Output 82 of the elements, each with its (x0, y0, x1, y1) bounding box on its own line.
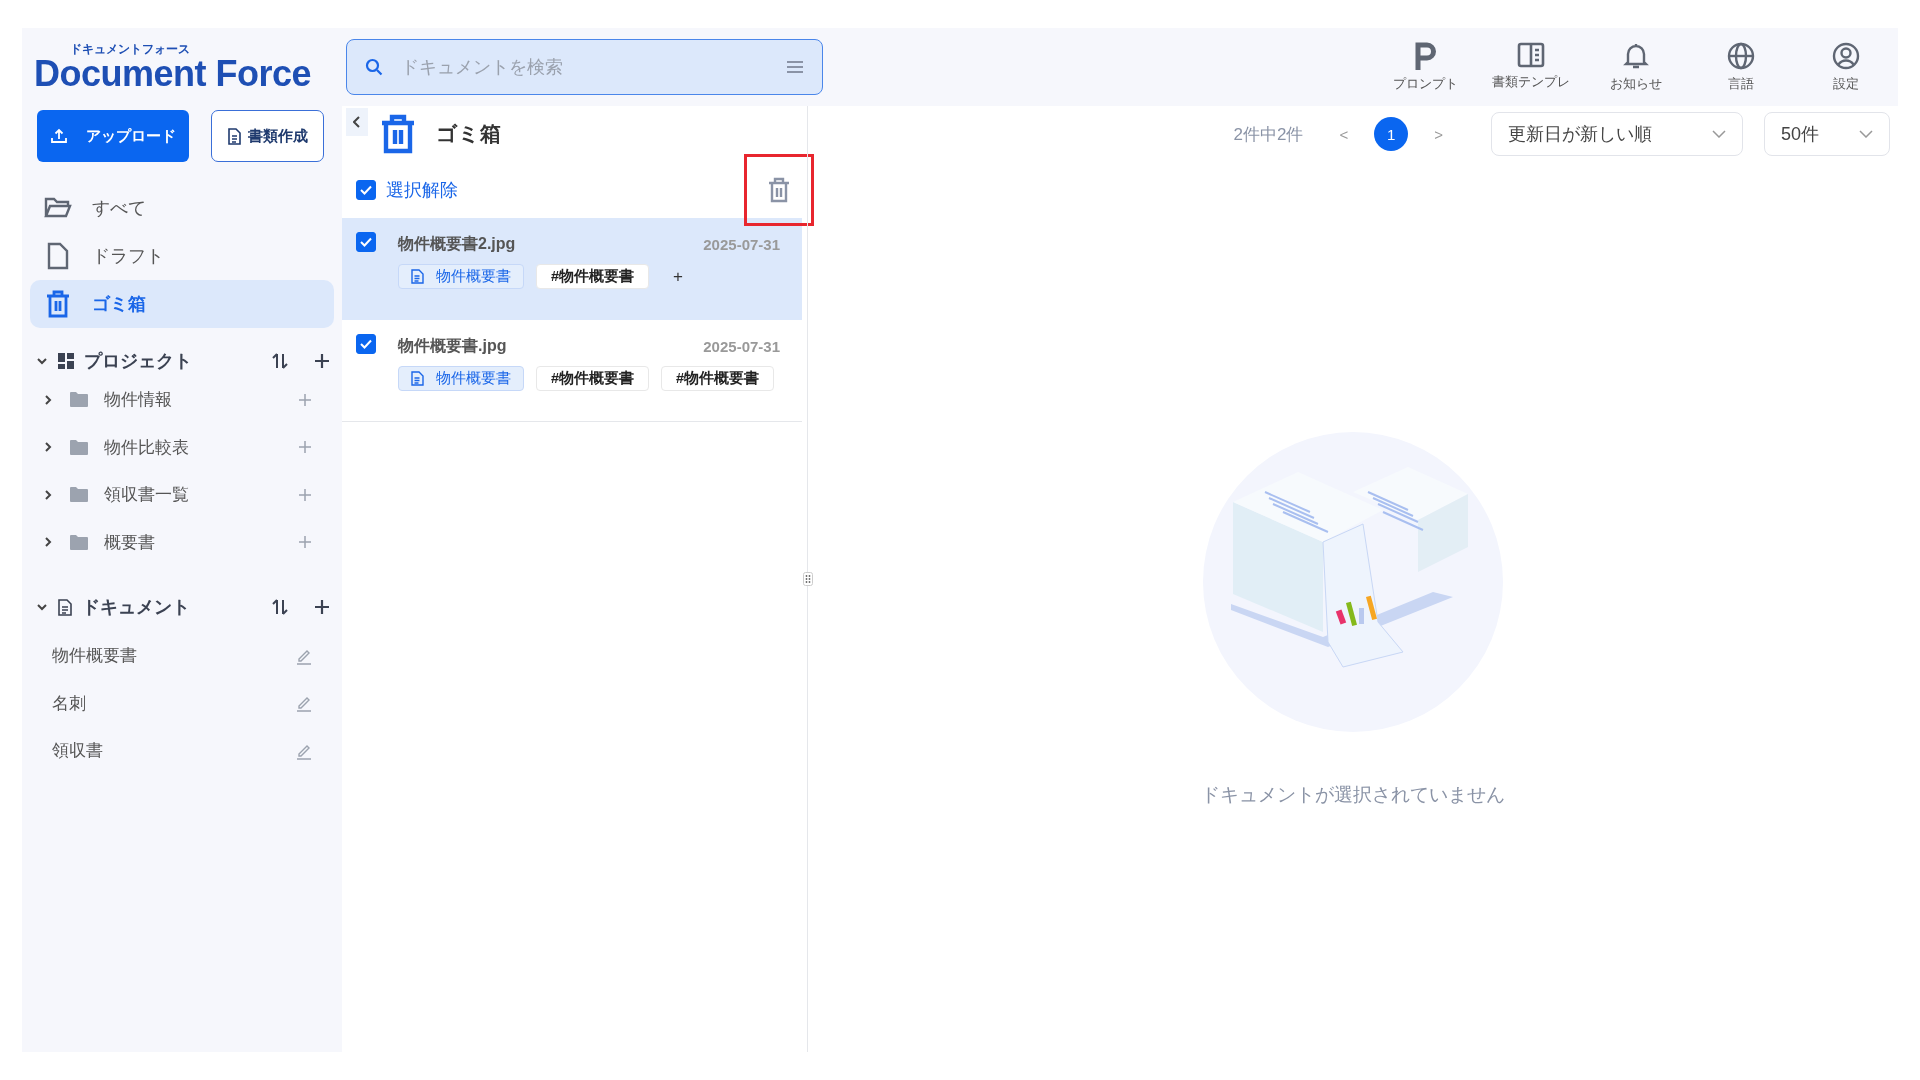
chevron-icon (42, 393, 54, 406)
checkbox[interactable] (356, 334, 376, 354)
document-item[interactable]: 領収書 (26, 727, 338, 775)
folder-icon (70, 534, 88, 550)
file-name: 物件概要書2.jpg (398, 233, 516, 254)
section-title: プロジェクト (84, 350, 192, 373)
hashtag[interactable]: #物件概要書 (536, 366, 650, 391)
document-item[interactable]: 物件概要書 (26, 632, 338, 680)
file-date: 2025-07-31 (703, 235, 780, 253)
chevron-icon (42, 488, 54, 501)
chevron-icon (42, 536, 54, 549)
toolbar-button[interactable]: 書類テンプレ (1478, 41, 1583, 93)
plus-icon[interactable] (314, 599, 330, 615)
caret-icon (1859, 130, 1873, 138)
page-button[interactable]: 1 (1374, 117, 1409, 151)
folder-icon (70, 439, 88, 455)
deselect-link[interactable]: 選択解除 (386, 178, 458, 202)
page-title: ゴミ箱 (436, 121, 501, 147)
trash-icon (44, 290, 72, 318)
empty-message: ドキュメントが選択されていません (1201, 783, 1505, 807)
hashtag[interactable]: #物件概要書 (536, 264, 650, 289)
section-title: ドキュメント (82, 596, 190, 619)
folder-icon (70, 392, 88, 408)
chevron-icon[interactable] (36, 601, 48, 613)
checkbox[interactable] (356, 180, 376, 200)
user-icon (1831, 41, 1860, 70)
sort-dropdown[interactable]: 更新日が新しい順 (1491, 112, 1743, 156)
hashtag[interactable]: #物件概要書 (661, 366, 775, 391)
nav-item[interactable]: ゴミ箱 (30, 280, 334, 328)
trash-icon (380, 114, 416, 154)
chevron-left-icon (353, 116, 361, 128)
sort-icon[interactable] (272, 599, 288, 615)
category-tag[interactable]: 物件概要書 (398, 264, 524, 289)
search-input[interactable]: ドキュメントを検索 (399, 55, 770, 79)
search-field[interactable]: ドキュメントを検索 (346, 39, 823, 95)
toolbar-button[interactable]: 言語 (1688, 41, 1793, 93)
globe-icon (1726, 41, 1755, 70)
checkbox[interactable] (356, 232, 376, 252)
document-icon (411, 269, 424, 284)
project-item[interactable]: 概要書 (26, 518, 338, 566)
category-tag[interactable]: 物件概要書 (398, 366, 524, 391)
document-item[interactable]: 名刺 (26, 679, 338, 727)
folder-icon (44, 196, 72, 220)
caret-icon (1712, 130, 1726, 138)
nav-item[interactable]: ドラフト (30, 232, 334, 280)
project-item[interactable]: 物件比較表 (26, 423, 338, 471)
document-icon (411, 371, 424, 386)
file-date: 2025-07-31 (703, 337, 780, 355)
checkmark-icon (359, 337, 373, 351)
drag-handle-icon[interactable] (802, 572, 813, 586)
toolbar-button[interactable]: プロンプト (1373, 41, 1478, 93)
project-item[interactable]: 物件情報 (26, 376, 338, 424)
search-icon (365, 58, 383, 76)
checkmark-icon (359, 183, 373, 197)
result-count: 2件中2件 (1233, 123, 1304, 146)
document-row[interactable]: 物件概要書2.jpg 2025-07-31 物件概要書 #物件概要書 + (342, 218, 802, 320)
collapse-button[interactable] (346, 108, 368, 136)
document-icon (227, 127, 242, 145)
add-tag-button[interactable]: + (673, 266, 683, 287)
chevron-icon (42, 441, 54, 454)
chevron-icon[interactable] (36, 355, 48, 367)
file-name: 物件概要書.jpg (398, 335, 507, 356)
document-row[interactable]: 物件概要書.jpg 2025-07-31 物件概要書 #物件概要書 #物件概要書 (342, 320, 802, 422)
toolbar-button[interactable]: 設定 (1793, 41, 1898, 93)
plus-icon[interactable] (314, 353, 330, 369)
toolbar-button[interactable]: お知らせ (1583, 41, 1688, 93)
checkmark-icon (359, 235, 373, 249)
trash-icon (768, 177, 790, 203)
book-layout-icon (1516, 41, 1545, 68)
bell-icon (1622, 41, 1649, 70)
grid-icon (58, 353, 74, 369)
create-document-button[interactable]: 書類作成 (211, 110, 324, 162)
upload-icon (50, 127, 68, 145)
document-icon (58, 598, 72, 616)
nav-item[interactable]: すべて (30, 184, 334, 232)
folder-icon (70, 487, 88, 503)
logo: ドキュメントフォース Document Force (33, 41, 313, 91)
upload-button[interactable]: アップロード (37, 110, 189, 162)
delete-button[interactable] (744, 154, 814, 226)
project-item[interactable]: 領収書一覧 (26, 471, 338, 519)
sort-icon[interactable] (272, 353, 288, 369)
page-size-dropdown[interactable]: 50件 (1764, 112, 1890, 156)
